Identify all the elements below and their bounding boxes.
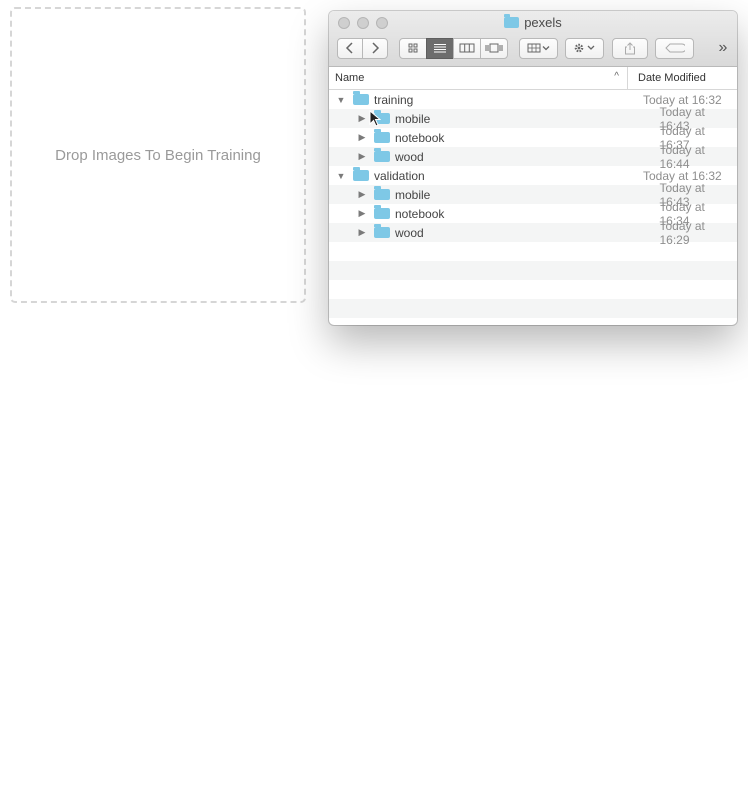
column-view-icon — [459, 43, 475, 53]
file-list-row[interactable]: ▶ wood Today at 16:29 — [329, 219, 737, 247]
row-date-modified: Today at 16:29 — [659, 218, 705, 247]
row-name-cell: ▶ notebook — [329, 128, 649, 147]
name-column-header[interactable]: Name ^ — [329, 71, 627, 84]
folder-icon — [374, 186, 390, 200]
list-view-button[interactable] — [426, 37, 454, 59]
empty-row — [329, 299, 737, 318]
window-title: pexels — [524, 15, 562, 30]
row-name-label: training — [374, 92, 414, 107]
disclosure-collapsed-icon[interactable]: ▶ — [356, 151, 368, 162]
row-name-label: notebook — [395, 206, 445, 221]
title-bar: pexels » — [329, 11, 737, 67]
icon-view-button[interactable] — [399, 37, 427, 59]
row-name-label: mobile — [395, 111, 431, 126]
empty-row — [329, 280, 737, 299]
image-drop-zone[interactable]: Drop Images To Begin Training — [10, 7, 306, 303]
toolbar: » — [337, 36, 731, 60]
folder-icon — [374, 129, 390, 143]
finder-window: pexels » Name ^ Date Modified ▼ training… — [329, 11, 737, 325]
row-name-cell: ▼ validation — [329, 166, 633, 185]
date-modified-column-header[interactable]: Date Modified — [627, 67, 737, 89]
file-list-row[interactable]: ▶ wood Today at 16:44 — [329, 143, 737, 171]
disclosure-collapsed-icon[interactable]: ▶ — [356, 227, 368, 238]
file-list: ▼ training Today at 16:32 ▶ mobile Today at 1… — [329, 90, 737, 318]
chevron-left-icon — [345, 42, 353, 54]
folder-icon — [374, 148, 390, 162]
share-icon — [625, 41, 635, 54]
disclosure-expanded-icon[interactable]: ▼ — [335, 95, 347, 105]
row-name-label: wood — [395, 225, 424, 240]
cover-flow-view-button[interactable] — [480, 37, 508, 59]
row-name-label: notebook — [395, 130, 445, 145]
row-name-cell: ▶ wood — [329, 223, 649, 242]
column-view-button[interactable] — [453, 37, 481, 59]
group-by-button[interactable] — [519, 37, 558, 59]
forward-button[interactable] — [362, 37, 388, 59]
icon-view-icon — [408, 43, 418, 53]
disclosure-expanded-icon[interactable]: ▼ — [335, 171, 347, 181]
row-name-cell: ▼ training — [329, 90, 633, 109]
disclosure-collapsed-icon[interactable]: ▶ — [356, 113, 368, 124]
sort-ascending-icon: ^ — [614, 71, 619, 82]
row-name-cell: ▶ wood — [329, 147, 649, 166]
list-view-icon — [434, 44, 446, 53]
action-menu-button[interactable] — [565, 37, 604, 59]
chevron-right-icon — [372, 42, 380, 54]
folder-icon — [374, 205, 390, 219]
row-name-label: validation — [374, 168, 425, 183]
toolbar-overflow-button[interactable]: » — [715, 39, 731, 57]
row-name-cell: ▶ mobile — [329, 185, 649, 204]
folder-icon — [504, 14, 520, 28]
gear-icon — [574, 43, 594, 53]
cover-flow-view-icon — [485, 43, 503, 53]
column-header: Name ^ Date Modified — [329, 67, 737, 90]
back-button[interactable] — [337, 37, 363, 59]
row-date-modified: Today at 16:44 — [659, 142, 705, 171]
tag-icon — [664, 43, 685, 53]
tags-button[interactable] — [655, 37, 694, 59]
drop-zone-label: Drop Images To Begin Training — [55, 146, 261, 164]
disclosure-collapsed-icon[interactable]: ▶ — [356, 208, 368, 219]
empty-row — [329, 261, 737, 280]
disclosure-collapsed-icon[interactable]: ▶ — [356, 189, 368, 200]
row-name-cell: ▶ notebook — [329, 204, 649, 223]
folder-icon — [353, 167, 369, 181]
row-name-label: wood — [395, 149, 424, 164]
share-button[interactable] — [612, 37, 648, 59]
row-name-label: mobile — [395, 187, 431, 202]
folder-icon — [353, 91, 369, 105]
group-icon — [527, 43, 549, 53]
folder-icon — [374, 224, 390, 238]
disclosure-collapsed-icon[interactable]: ▶ — [356, 132, 368, 143]
